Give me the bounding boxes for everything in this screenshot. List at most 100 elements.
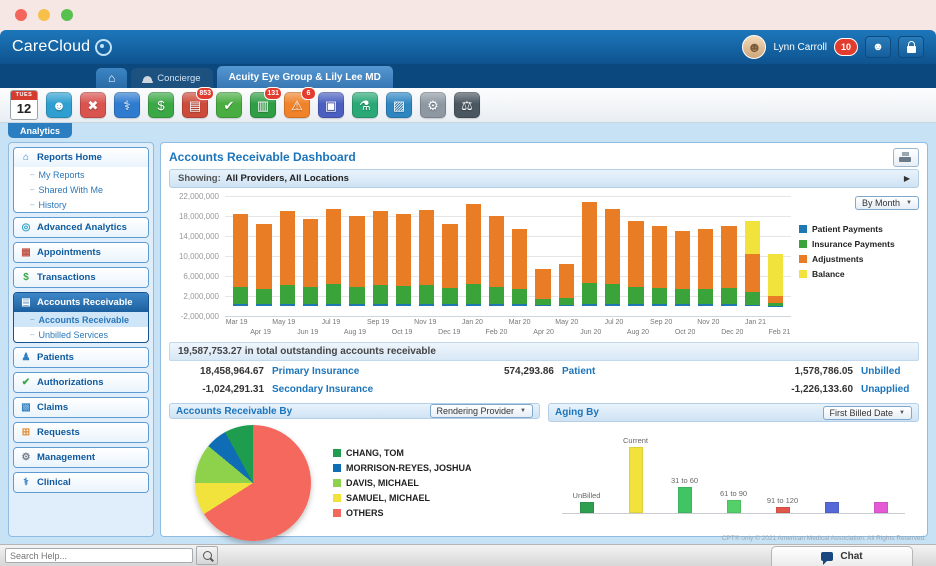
search-help-input[interactable] [5, 548, 193, 563]
close-window-button[interactable] [15, 9, 27, 21]
warnings-icon[interactable]: ⚠6 [284, 92, 310, 118]
tab-concierge[interactable]: Concierge [131, 68, 212, 88]
expand-arrow-icon[interactable]: ▶ [904, 174, 910, 183]
sidebar-item-transactions[interactable]: $Transactions [14, 268, 148, 287]
sidebar-item-claims[interactable]: ▧Claims [14, 398, 148, 417]
bar-may-19[interactable] [280, 211, 295, 306]
chat-button[interactable]: Chat [771, 546, 913, 566]
scheduler-icon[interactable]: ☻ [46, 92, 72, 118]
insurance-payments-segment [373, 285, 388, 304]
sidebar-item-management[interactable]: ⚙Management [14, 448, 148, 467]
sidebar-item-requests[interactable]: ⊞Requests [14, 423, 148, 442]
bar-dec-20[interactable] [721, 226, 736, 306]
aging-bar-91-to-120[interactable] [776, 507, 790, 513]
stat-unbilled: 1,578,786.05 Unbilled [679, 366, 919, 377]
zoom-window-button[interactable] [61, 9, 73, 21]
sidebar-subitem-shared-with-me[interactable]: –Shared With Me [14, 182, 148, 197]
bar-jan-20[interactable] [466, 204, 481, 307]
bar-nov-20[interactable] [698, 229, 713, 307]
bar-dec-19[interactable] [442, 224, 457, 307]
sidebar-section-authorizations: ✔Authorizations [13, 372, 149, 393]
minimize-window-button[interactable] [38, 9, 50, 21]
legend-label: SAMUEL, MICHAEL [346, 493, 430, 503]
bar-jul-20[interactable] [605, 209, 620, 307]
bar-sep-20[interactable] [652, 226, 667, 306]
bar-apr-20[interactable] [535, 269, 550, 307]
bar-mar-20[interactable] [512, 229, 527, 307]
calendar-date-tile[interactable]: TUES 12 [10, 90, 38, 120]
labs-icon[interactable]: ⚗ [352, 92, 378, 118]
print-button[interactable] [893, 148, 919, 167]
aging-bar-bucket-6[interactable] [874, 502, 888, 513]
sidebar-subitem-history[interactable]: –History [14, 197, 148, 212]
bar-may-20[interactable] [559, 264, 574, 307]
bar-jul-19[interactable] [326, 209, 341, 307]
avatar[interactable]: ☻ [742, 35, 766, 59]
main-chart-yaxis: 22,000,00018,000,00014,000,00010,000,000… [169, 196, 225, 316]
bar-sep-19[interactable] [373, 211, 388, 306]
tab-practice[interactable]: Acuity Eye Group & Lily Lee MD [217, 66, 393, 88]
billing-icon[interactable]: $ [148, 92, 174, 118]
aging-bar-unbilled[interactable] [580, 502, 594, 513]
notification-badge: 131 [264, 87, 282, 100]
bar-jan-21[interactable] [745, 221, 760, 306]
rendering-provider-select[interactable]: Rendering Provider ▼ [430, 404, 534, 418]
tab-home[interactable]: ⌂ [96, 68, 127, 88]
analytics-app-icon[interactable]: ▨ [386, 92, 412, 118]
bar-apr-19[interactable] [256, 224, 271, 307]
stat-label[interactable]: Secondary Insurance [272, 384, 373, 395]
bar-oct-20[interactable] [675, 231, 690, 306]
approvals-icon[interactable]: ✔ [216, 92, 242, 118]
sidebar-item-patients[interactable]: ♟Patients [14, 348, 148, 367]
alerts-icon-glyph: ✖ [88, 99, 99, 112]
notification-count-badge[interactable]: 10 [834, 38, 858, 56]
providers-pie[interactable] [195, 425, 311, 541]
settings-icon[interactable]: ⚙ [420, 92, 446, 118]
analytics-app-icon-glyph: ▨ [393, 99, 405, 112]
clinical-tasks-icon[interactable]: ⚕ [114, 92, 140, 118]
aging-bar-61-to-90[interactable] [727, 500, 741, 513]
bar-jun-19[interactable] [303, 219, 318, 307]
aging-bar-current[interactable] [629, 447, 643, 513]
sidebar-subitem-my-reports[interactable]: –My Reports [14, 167, 148, 182]
brand-logo[interactable]: CareCloud [12, 38, 112, 56]
inventory-icon[interactable]: ▣ [318, 92, 344, 118]
interval-select[interactable]: By Month ▼ [855, 196, 919, 210]
labs-icon-glyph: ⚗ [359, 99, 371, 112]
aging-bar-bucket-5[interactable] [825, 502, 839, 513]
bar-feb-21[interactable] [768, 254, 783, 307]
sidebar-item-accounts-receivable[interactable]: ▤Accounts Receivable [14, 293, 148, 312]
sidebar-item-appointments[interactable]: ▦Appointments [14, 243, 148, 262]
adjustments-segment [582, 202, 597, 283]
sidebar-item-advanced-analytics[interactable]: ◎Advanced Analytics [14, 218, 148, 237]
tab-analytics[interactable]: Analytics [8, 123, 72, 138]
payments-icon[interactable]: ▥131 [250, 92, 276, 118]
bar-feb-20[interactable] [489, 216, 504, 306]
bar-oct-19[interactable] [396, 214, 411, 307]
logout-button[interactable] [898, 36, 924, 58]
bar-aug-20[interactable] [628, 221, 643, 306]
stat-label[interactable]: Unapplied [861, 384, 919, 395]
search-help-button[interactable] [196, 546, 218, 565]
sidebar-item-clinical[interactable]: ⚕Clinical [14, 473, 148, 492]
sidebar-item-authorizations[interactable]: ✔Authorizations [14, 373, 148, 392]
sidebar-subitem-unbilled-services[interactable]: –Unbilled Services [14, 327, 148, 342]
claims-icon[interactable]: ▤853 [182, 92, 208, 118]
first-billed-date-select[interactable]: First Billed Date ▼ [823, 406, 912, 420]
finance-icon[interactable]: ⚖ [454, 92, 480, 118]
x-tick-label: May 20 [543, 319, 590, 326]
chevron-down-icon: ▼ [899, 410, 905, 416]
sidebar-subitem-accounts-receivable[interactable]: –Accounts Receivable [14, 312, 148, 327]
alerts-icon[interactable]: ✖ [80, 92, 106, 118]
stat-label[interactable]: Primary Insurance [272, 366, 359, 377]
stat-label[interactable]: Patient [562, 366, 595, 377]
bar-nov-19[interactable] [419, 210, 434, 306]
aging-bar-31-to-60[interactable] [678, 487, 692, 513]
contacts-button[interactable]: ☻ [865, 36, 891, 58]
bar-mar-19[interactable] [233, 214, 248, 307]
bar-jun-20[interactable] [582, 202, 597, 306]
stat-label[interactable]: Unbilled [861, 366, 919, 377]
bar-aug-19[interactable] [349, 216, 364, 306]
sidebar-item-reports-home[interactable]: ⌂Reports Home [14, 148, 148, 167]
receivable-by-body: CHANG, TOMMORRISON-REYES, JOSHUADAVIS, M… [169, 419, 540, 547]
